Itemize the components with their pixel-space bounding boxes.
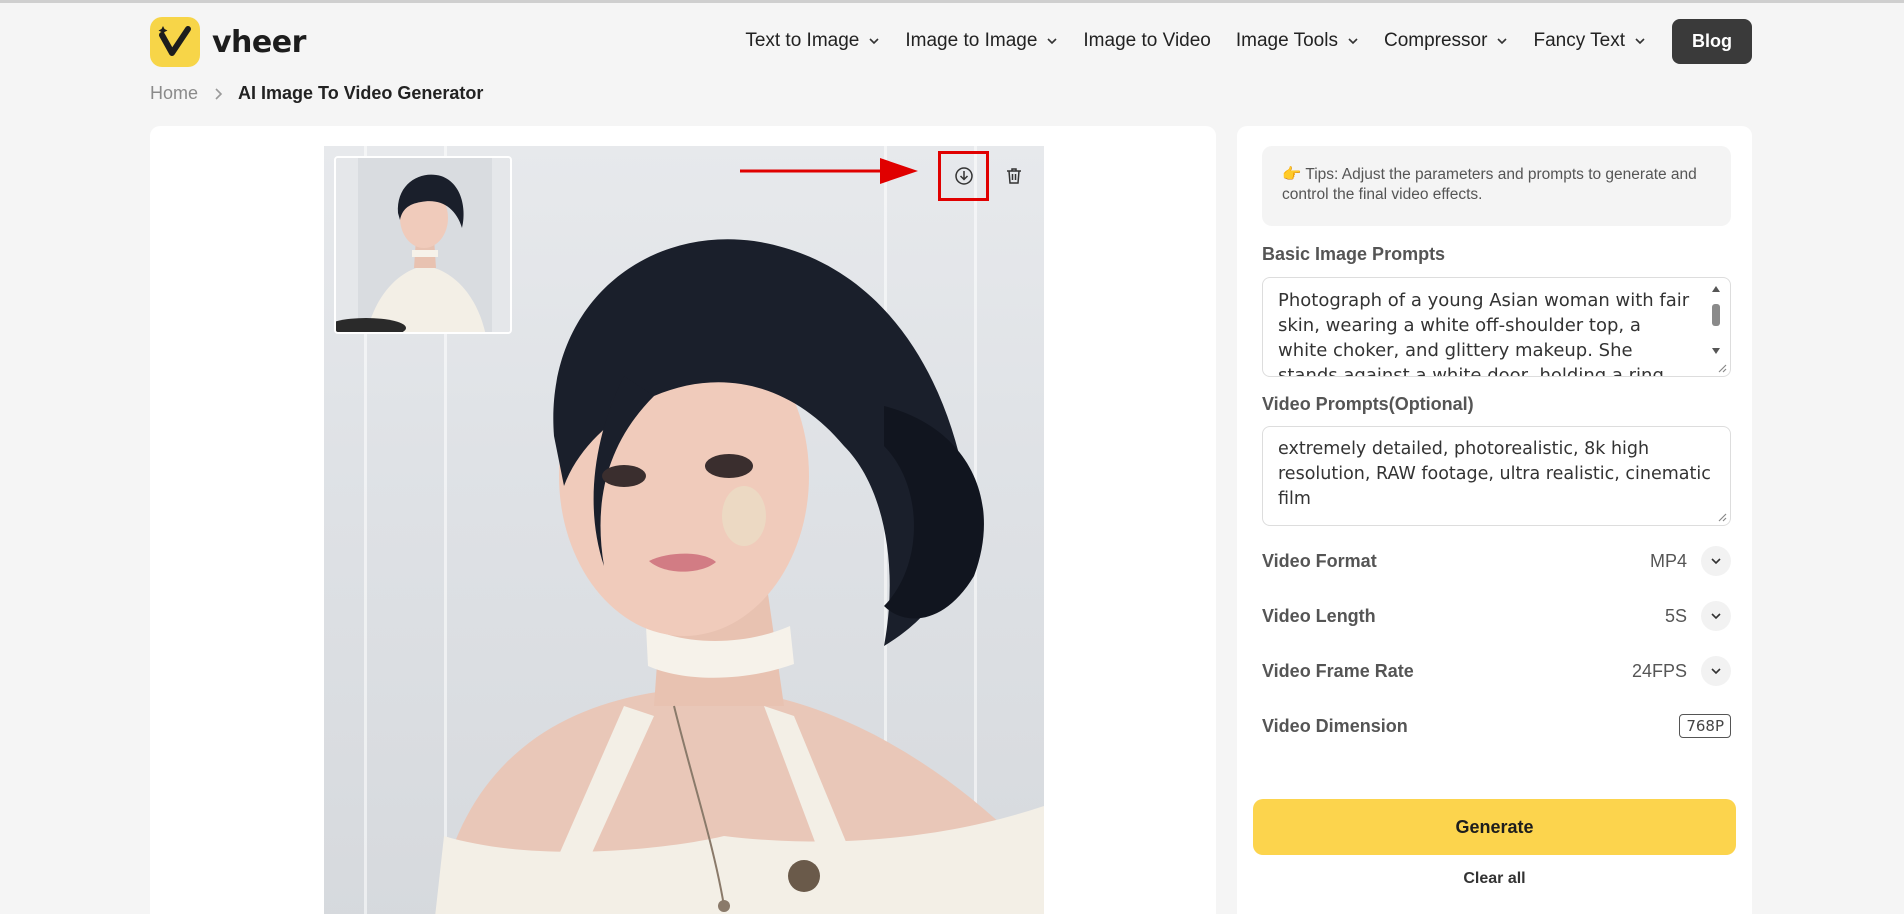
video-dimension-badge[interactable]: 768P — [1679, 714, 1731, 738]
video-length-select[interactable]: 5S — [1665, 601, 1731, 631]
video-framerate-label: Video Frame Rate — [1262, 660, 1414, 681]
video-length-label: Video Length — [1262, 605, 1376, 626]
video-framerate-value: 24FPS — [1631, 660, 1687, 681]
video-format-dropdown[interactable] — [1701, 546, 1731, 576]
breadcrumb: Home AI Image To Video Generator — [150, 83, 483, 104]
video-prompts-input[interactable]: extremely detailed, photorealistic, 8k h… — [1262, 426, 1731, 526]
chevron-down-icon — [1348, 38, 1358, 45]
clear-all-button[interactable]: Clear all — [1237, 870, 1752, 888]
resize-handle-icon[interactable] — [1715, 361, 1727, 373]
nav-compressor[interactable]: Compressor — [1384, 30, 1508, 52]
source-image-thumbnail[interactable] — [334, 156, 512, 334]
blog-button[interactable]: Blog — [1672, 18, 1752, 64]
chevron-down-icon — [1047, 38, 1057, 45]
breadcrumb-home-link[interactable]: Home — [150, 83, 198, 104]
video-format-row: Video Format MP4 — [1262, 546, 1731, 576]
video-length-row: Video Length 5S — [1262, 601, 1731, 631]
video-prompts-label: Video Prompts(Optional) — [1262, 394, 1474, 414]
video-format-label: Video Format — [1262, 550, 1377, 571]
delete-button[interactable] — [996, 158, 1032, 194]
nav-label: Compressor — [1383, 30, 1488, 51]
logo[interactable]: vheer — [150, 17, 306, 67]
preview-card — [150, 126, 1216, 914]
thumbnail-portrait — [336, 158, 510, 332]
annotation-highlight-box — [938, 151, 989, 201]
settings-panel: 👉 Tips: Adjust the parameters and prompt… — [1237, 126, 1752, 914]
resize-handle-icon[interactable] — [1715, 510, 1727, 522]
basic-prompts-label: Basic Image Prompts — [1262, 244, 1446, 264]
video-format-value: MP4 — [1649, 550, 1687, 571]
nav-text-to-image[interactable]: Text to Image — [745, 30, 880, 52]
video-format-select[interactable]: MP4 — [1650, 546, 1731, 576]
logo-text: vheer — [212, 24, 306, 60]
video-dimension-label: Video Dimension — [1262, 715, 1408, 736]
nav-image-to-video[interactable]: Image to Video — [1083, 30, 1210, 52]
nav-label: Text to Image — [745, 30, 860, 51]
chevron-down-icon — [1711, 668, 1721, 675]
tips-box: 👉 Tips: Adjust the parameters and prompt… — [1262, 146, 1731, 226]
nav-image-tools[interactable]: Image Tools — [1236, 30, 1359, 52]
video-framerate-row: Video Frame Rate 24FPS — [1262, 656, 1731, 686]
video-dimension-row: Video Dimension 768P — [1262, 711, 1731, 741]
basic-prompts-input[interactable]: Photograph of a young Asian woman with f… — [1262, 277, 1731, 377]
chevron-down-icon — [869, 38, 879, 45]
video-framerate-select[interactable]: 24FPS — [1632, 656, 1731, 686]
breadcrumb-current: AI Image To Video Generator — [238, 83, 484, 103]
video-framerate-dropdown[interactable] — [1701, 656, 1731, 686]
nav-fancy-text[interactable]: Fancy Text — [1533, 30, 1646, 52]
nav-label: Image Tools — [1235, 30, 1338, 51]
main-nav: Text to Image Image to Image Image to Vi… — [720, 18, 1752, 64]
video-preview[interactable] — [324, 146, 1044, 914]
video-length-dropdown[interactable] — [1701, 601, 1731, 631]
generate-button[interactable]: Generate — [1253, 799, 1736, 855]
chevron-down-icon — [1497, 38, 1508, 45]
chevron-down-icon — [1711, 558, 1721, 565]
video-length-value: 5S — [1664, 605, 1687, 626]
video-prompts-text: extremely detailed, photorealistic, 8k h… — [1278, 439, 1711, 509]
scrollbar[interactable] — [1710, 282, 1722, 372]
vheer-logo-icon — [150, 17, 200, 67]
chevron-right-icon — [215, 87, 223, 100]
nav-image-to-image[interactable]: Image to Image — [905, 30, 1058, 52]
nav-label: Fancy Text — [1533, 30, 1625, 51]
trash-icon — [1007, 168, 1021, 184]
chevron-down-icon — [1711, 613, 1721, 620]
nav-label: Image to Image — [905, 30, 1038, 51]
annotation-arrow-icon — [740, 158, 918, 184]
site-header: vheer Text to Image Image to Image Image… — [0, 3, 1904, 79]
basic-prompts-text: Photograph of a young Asian woman with f… — [1278, 290, 1690, 377]
nav-label: Image to Video — [1083, 30, 1211, 51]
chevron-down-icon — [1635, 38, 1645, 45]
